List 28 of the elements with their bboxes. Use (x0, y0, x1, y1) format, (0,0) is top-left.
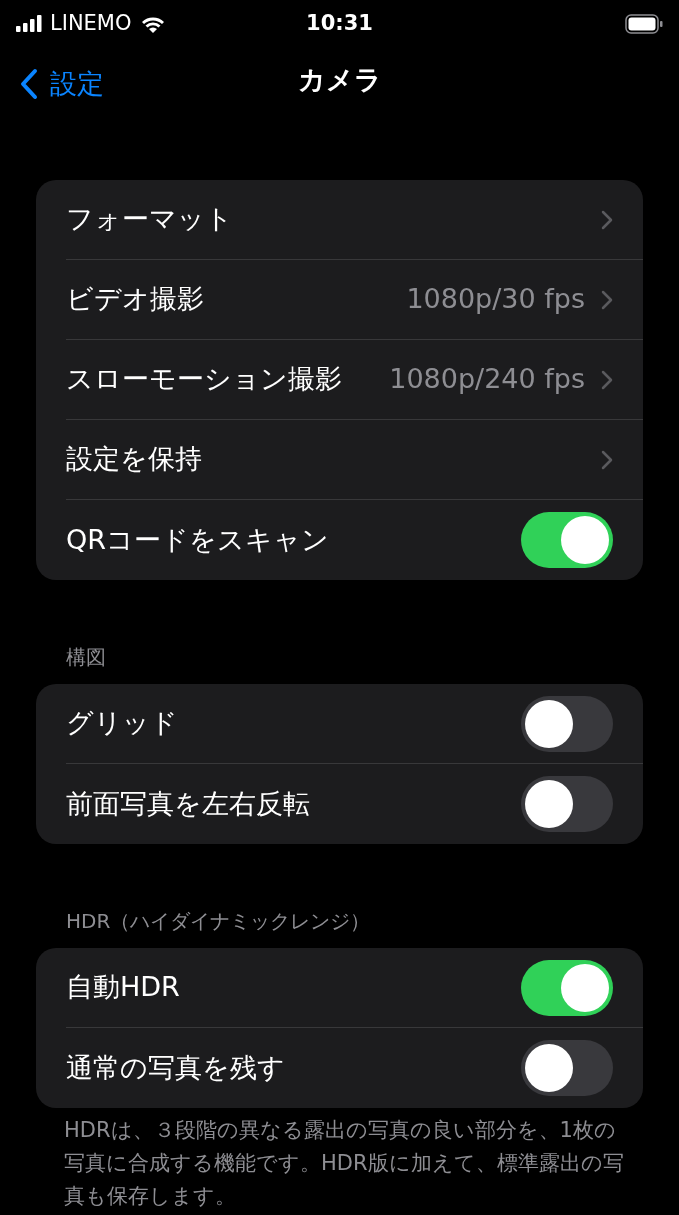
chevron-icon (601, 289, 613, 310)
row-label: 自動HDR (66, 970, 180, 1005)
toggle-switch[interactable] (521, 512, 613, 568)
signal-icon (16, 15, 42, 33)
chevron-icon (601, 209, 613, 230)
toggle-switch[interactable] (521, 1040, 613, 1096)
chevron-icon (601, 369, 613, 390)
row-label[interactable]: 設定を保持 (66, 439, 202, 480)
section-footer: HDRは、３段階の異なる露出の写真の良い部分を、1枚の写真に合成する機能です。HDR版に加えて、標準露出の写真も保存します。 (36, 1114, 643, 1213)
section-header: 構図 (65, 644, 107, 671)
row-label: QRコードをスキャン (66, 522, 329, 557)
row-label[interactable]: ビデオ撮影 (66, 279, 204, 320)
status-time: 10:31 (306, 10, 373, 38)
row-label[interactable]: スローモーション撮影 (66, 359, 342, 400)
row-label: 前面写真を左右反転 (66, 786, 310, 821)
back-chevron-icon (20, 68, 38, 101)
section-header: HDR（ハイダイナミックレンジ） (65, 908, 372, 935)
battery-icon (625, 14, 663, 34)
chevron-icon (601, 449, 613, 470)
row-label: グリッド (66, 706, 178, 741)
row-value: 1080p/240 fps (389, 362, 585, 397)
row-label[interactable]: フォーマット (66, 199, 233, 240)
back-button[interactable]: 設定 (20, 64, 104, 105)
row-label: 通常の写真を残す (66, 1050, 285, 1085)
page-title: カメラ (297, 62, 382, 97)
row-value: 1080p/30 fps (406, 282, 585, 317)
toggle-switch[interactable] (521, 776, 613, 832)
carrier-name: LINEMO (50, 10, 132, 38)
